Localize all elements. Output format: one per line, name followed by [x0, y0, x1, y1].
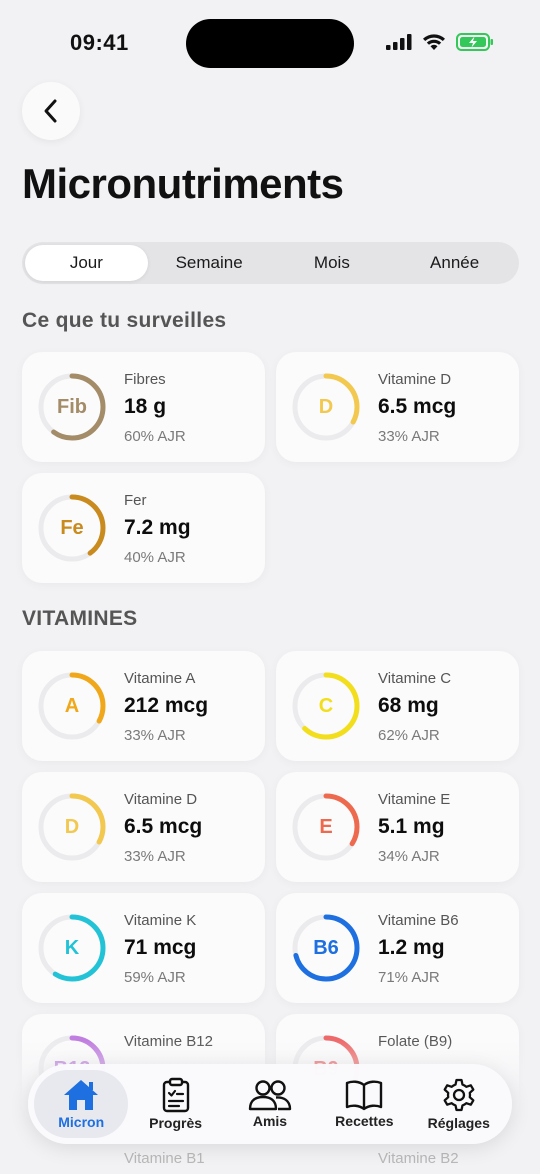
- tab-recettes[interactable]: Recettes: [317, 1070, 411, 1138]
- tab-label: Recettes: [335, 1113, 394, 1129]
- nutrient-percent: 71% AJR: [378, 969, 440, 986]
- status-bar: 09:41: [0, 0, 540, 90]
- nutrient-name: Vitamine D: [378, 371, 452, 388]
- nutrient-percent: 33% AJR: [124, 727, 186, 744]
- tab-label: Amis: [252, 1113, 288, 1129]
- next-card-label: Vitamine B2: [378, 1150, 459, 1167]
- nutrient-card[interactable]: Fe Fer 7.2 mg 40% AJR: [22, 473, 265, 583]
- tab-amis[interactable]: Amis: [223, 1070, 317, 1138]
- nutrient-percent: 33% AJR: [378, 428, 440, 445]
- nutrient-percent: 59% AJR: [124, 969, 186, 986]
- nutrient-value: 71 mcg: [124, 936, 197, 959]
- nutrient-value: 5.1 mg: [378, 815, 445, 838]
- nutrient-symbol: C: [318, 694, 334, 717]
- nutrient-card[interactable]: E Vitamine E 5.1 mg 34% AJR: [276, 772, 519, 882]
- nutrient-value: 68 mg: [378, 694, 439, 717]
- period-tab-annee[interactable]: Année: [393, 245, 516, 281]
- people-icon: [248, 1080, 292, 1111]
- tab-label: Micron: [58, 1114, 105, 1130]
- nutrient-value: 1.2 mg: [378, 936, 445, 959]
- nutrient-card[interactable]: K Vitamine K 71 mcg 59% AJR: [22, 893, 265, 1003]
- nutrient-percent: 34% AJR: [378, 848, 440, 865]
- nutrient-card[interactable]: Fib Fibres 18 g 60% AJR: [22, 352, 265, 462]
- nutrient-percent: 40% AJR: [124, 549, 186, 566]
- nutrient-symbol: D: [318, 395, 334, 418]
- period-tab-mois[interactable]: Mois: [271, 245, 394, 281]
- nutrient-symbol: Fib: [57, 395, 87, 418]
- nutrient-name: Fibres: [124, 371, 166, 388]
- nutrient-card[interactable]: B6 Vitamine B6 1.2 mg 71% AJR: [276, 893, 519, 1003]
- tab-progres[interactable]: Progrès: [129, 1070, 223, 1138]
- period-tab-jour[interactable]: Jour: [25, 245, 148, 281]
- status-icons: [386, 33, 494, 51]
- nutrient-name: Vitamine C: [378, 670, 452, 687]
- nutrient-card[interactable]: D Vitamine D 6.5 mcg 33% AJR: [276, 352, 519, 462]
- nutrient-value: 212 mcg: [124, 694, 209, 717]
- page-title: Micronutriments: [22, 160, 344, 207]
- section-title-vitamins: VITAMINES: [22, 607, 138, 630]
- nutrient-name: Fer: [124, 492, 147, 509]
- nutrient-percent: 62% AJR: [378, 727, 440, 744]
- gear-icon: [443, 1078, 475, 1112]
- nutrient-name: Vitamine E: [378, 791, 451, 808]
- nutrient-card[interactable]: C Vitamine C 68 mg 62% AJR: [276, 651, 519, 761]
- dynamic-island: [186, 19, 354, 68]
- nutrient-symbol: E: [319, 815, 333, 838]
- battery-charging-icon: [456, 33, 493, 51]
- clipboard-icon: [162, 1077, 189, 1113]
- back-button[interactable]: [22, 82, 80, 140]
- nutrient-symbol: Fe: [60, 516, 84, 539]
- nutrient-symbol: D: [64, 815, 80, 838]
- nutrient-percent: 33% AJR: [124, 848, 186, 865]
- period-tab-semaine[interactable]: Semaine: [148, 245, 271, 281]
- nutrient-value: 6.5 mcg: [124, 815, 203, 838]
- nutrient-value: 6.5 mcg: [378, 395, 457, 418]
- section-title-tracked: Ce que tu surveilles: [22, 309, 227, 332]
- period-segmented-control: Jour Semaine Mois Année: [22, 242, 519, 284]
- nutrient-symbol: A: [64, 694, 80, 717]
- tab-label: Réglages: [427, 1115, 490, 1131]
- nutrient-value: 18 g: [124, 395, 167, 418]
- nutrient-card[interactable]: D Vitamine D 6.5 mcg 33% AJR: [22, 772, 265, 882]
- nutrient-name: Vitamine B6: [378, 912, 459, 929]
- cellular-signal-icon: [386, 34, 412, 50]
- nutrient-symbol: B6: [313, 936, 339, 959]
- nutrient-symbol: K: [64, 936, 80, 959]
- chevron-left-icon: [44, 99, 57, 123]
- nutrient-name: Vitamine A: [124, 670, 196, 687]
- nutrient-percent: 60% AJR: [124, 428, 186, 445]
- tab-label: Progrès: [149, 1115, 203, 1131]
- next-card-label: Vitamine B1: [124, 1150, 205, 1167]
- tab-micron[interactable]: Micron: [34, 1070, 129, 1138]
- home-icon: [64, 1080, 99, 1110]
- nutrient-name: Vitamine K: [124, 912, 197, 929]
- bottom-tab-bar: Micron Progrès Amis Recettes Réglages: [28, 1064, 512, 1144]
- status-time: 09:41: [70, 30, 129, 55]
- book-icon: [346, 1080, 383, 1111]
- nutrient-card[interactable]: A Vitamine A 212 mcg 33% AJR: [22, 651, 265, 761]
- tab-reglages[interactable]: Réglages: [412, 1070, 506, 1138]
- wifi-icon: [423, 33, 445, 50]
- nutrient-name: Vitamine D: [124, 791, 198, 808]
- nutrient-value: 7.2 mg: [124, 516, 191, 539]
